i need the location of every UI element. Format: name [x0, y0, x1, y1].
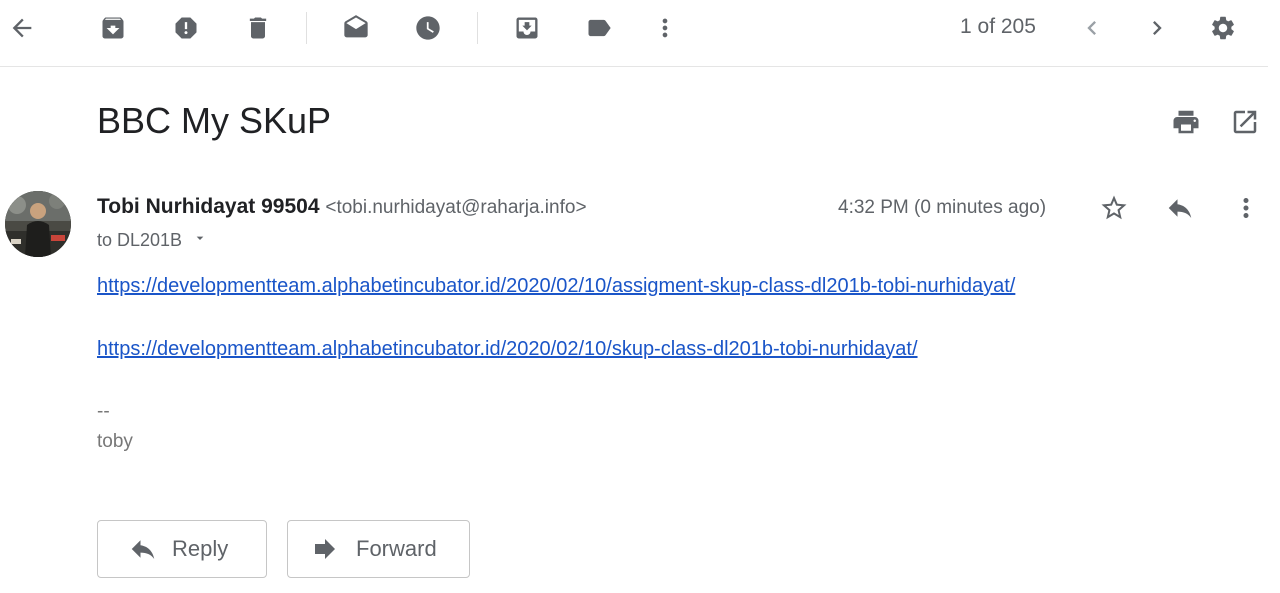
- sender-line: Tobi Nurhidayat 99504 <tobi.nurhidayat@r…: [97, 195, 587, 219]
- chevron-right-icon[interactable]: [1137, 8, 1177, 48]
- sender-email: <tobi.nurhidayat@raharja.info>: [325, 197, 587, 218]
- forward-button[interactable]: Forward: [287, 520, 470, 578]
- arrow-left-icon[interactable]: [2, 8, 42, 48]
- gear-icon[interactable]: [1203, 8, 1243, 48]
- forward-button-label: Forward: [356, 536, 437, 561]
- archive-icon[interactable]: [93, 8, 133, 48]
- recipient-label: to DL201B: [97, 230, 183, 250]
- body-link[interactable]: https://developmentteam.alphabetincubato…: [97, 338, 918, 361]
- toolbar-divider: [0, 66, 1268, 67]
- chevron-down-icon[interactable]: [192, 230, 208, 251]
- signature-separator: --: [97, 401, 110, 422]
- reply-button[interactable]: Reply: [97, 520, 267, 578]
- star-outline-icon[interactable]: [1094, 188, 1134, 228]
- reply-icon[interactable]: [1160, 188, 1200, 228]
- more-vert-icon[interactable]: [1226, 188, 1266, 228]
- print-icon[interactable]: [1166, 102, 1206, 142]
- pagination-count: 1 of 205: [960, 15, 1036, 38]
- recipient-line[interactable]: to DL201B: [97, 230, 208, 251]
- trash-icon[interactable]: [238, 8, 278, 48]
- mark-unread-icon[interactable]: [336, 8, 376, 48]
- open-in-new-icon[interactable]: [1225, 102, 1265, 142]
- reply-button-label: Reply: [172, 536, 229, 561]
- more-vert-icon[interactable]: [645, 8, 685, 48]
- toolbar: 1 of 205: [0, 0, 1268, 56]
- label-icon[interactable]: [579, 8, 619, 48]
- clock-icon[interactable]: [408, 8, 448, 48]
- forward-icon: [310, 534, 340, 564]
- toolbar-separator: [477, 12, 478, 44]
- move-to-inbox-icon[interactable]: [507, 8, 547, 48]
- signature: toby: [97, 431, 133, 452]
- message-timestamp: 4:32 PM (0 minutes ago): [838, 197, 1047, 218]
- report-spam-icon[interactable]: [166, 8, 206, 48]
- sender-name[interactable]: Tobi Nurhidayat 99504: [97, 195, 320, 218]
- email-subject: BBC My SKuP: [97, 100, 332, 141]
- toolbar-separator: [306, 12, 307, 44]
- avatar[interactable]: [5, 191, 71, 257]
- chevron-left-icon[interactable]: [1072, 8, 1112, 48]
- reply-icon: [128, 534, 158, 564]
- body-link[interactable]: https://developmentteam.alphabetincubato…: [97, 275, 1015, 298]
